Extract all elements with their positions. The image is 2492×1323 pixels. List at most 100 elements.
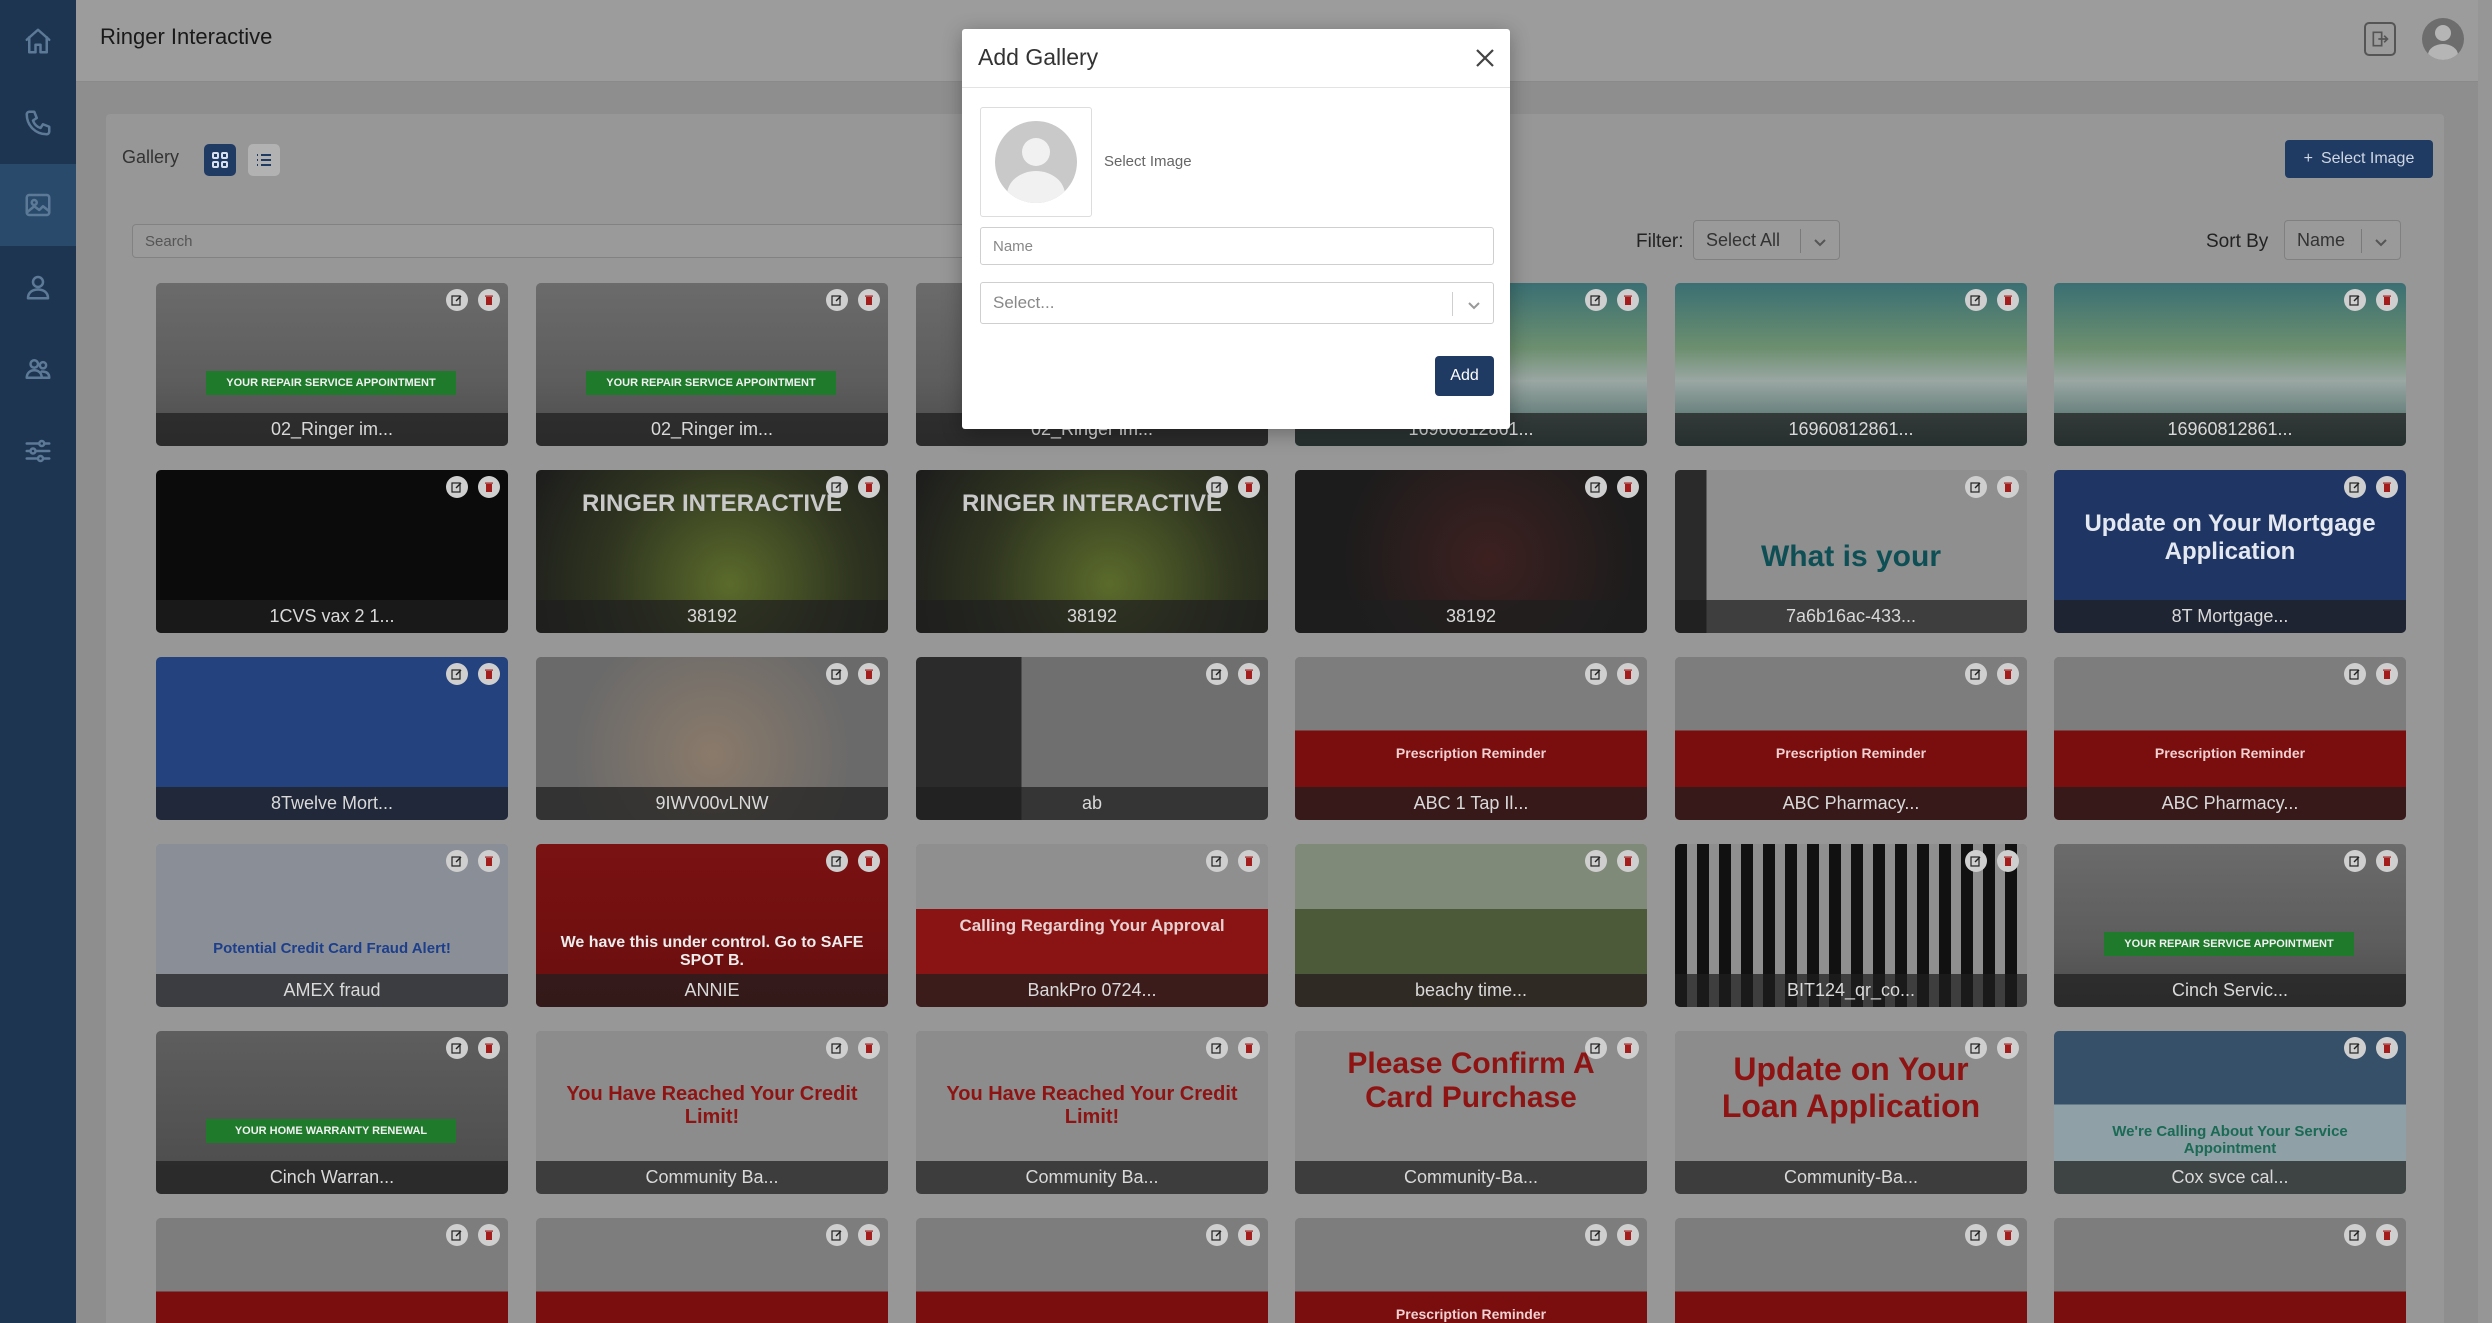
grid-view-button[interactable]: [204, 144, 236, 176]
image-upload-preview[interactable]: [980, 107, 1092, 217]
edit-button[interactable]: [446, 1037, 468, 1059]
delete-button[interactable]: [1617, 850, 1639, 872]
edit-button[interactable]: [446, 476, 468, 498]
edit-button[interactable]: [2344, 1224, 2366, 1246]
edit-button[interactable]: [2344, 663, 2366, 685]
gallery-card[interactable]: Prescription Reminder ABC Pharmacy...: [2054, 657, 2406, 820]
edit-button[interactable]: [826, 1037, 848, 1059]
delete-button[interactable]: [1238, 850, 1260, 872]
gallery-card[interactable]: RINGER INTERACTIVE 38192: [916, 470, 1268, 633]
delete-button[interactable]: [478, 289, 500, 311]
delete-button[interactable]: [1617, 476, 1639, 498]
edit-button[interactable]: [1585, 476, 1607, 498]
sort-dropdown[interactable]: Name: [2284, 220, 2401, 260]
page-scrollbar[interactable]: [2478, 0, 2492, 1323]
delete-button[interactable]: [1617, 1037, 1639, 1059]
gallery-card[interactable]: 9IWV00vLNW: [536, 657, 888, 820]
edit-button[interactable]: [1965, 476, 1987, 498]
gallery-card[interactable]: 16960812861...: [2054, 283, 2406, 446]
delete-button[interactable]: [1997, 289, 2019, 311]
gallery-card[interactable]: 16960812861...: [1675, 283, 2027, 446]
gallery-card[interactable]: RINGER INTERACTIVE 38192: [536, 470, 888, 633]
edit-button[interactable]: [1965, 1037, 1987, 1059]
edit-button[interactable]: [1965, 289, 1987, 311]
gallery-card[interactable]: Calling Regarding Your Approval BankPro 0…: [916, 844, 1268, 1007]
gallery-card[interactable]: Update on Your Loan Application Community…: [1675, 1031, 2027, 1194]
delete-button[interactable]: [858, 663, 880, 685]
gallery-card[interactable]: You Have Reached Your Credit Limit! Commu…: [536, 1031, 888, 1194]
delete-button[interactable]: [2376, 663, 2398, 685]
gallery-card[interactable]: [156, 1218, 508, 1323]
delete-button[interactable]: [1617, 663, 1639, 685]
delete-button[interactable]: [2376, 289, 2398, 311]
delete-button[interactable]: [2376, 850, 2398, 872]
delete-button[interactable]: [1997, 663, 2019, 685]
delete-button[interactable]: [858, 1037, 880, 1059]
gallery-card[interactable]: YOUR HOME WARRANTY RENEWAL Cinch Warran..…: [156, 1031, 508, 1194]
logout-button[interactable]: [2364, 22, 2396, 56]
delete-button[interactable]: [1997, 1037, 2019, 1059]
delete-button[interactable]: [858, 476, 880, 498]
gallery-card[interactable]: Prescription Reminder ABC 1 Tap Il...: [1295, 657, 1647, 820]
edit-button[interactable]: [1965, 850, 1987, 872]
edit-button[interactable]: [1585, 663, 1607, 685]
edit-button[interactable]: [1206, 850, 1228, 872]
edit-button[interactable]: [1206, 1037, 1228, 1059]
edit-button[interactable]: [826, 663, 848, 685]
gallery-card[interactable]: YOUR REPAIR SERVICE APPOINTMENT Cinch Ser…: [2054, 844, 2406, 1007]
delete-button[interactable]: [858, 289, 880, 311]
select-image-link[interactable]: Select Image: [1104, 153, 1192, 170]
delete-button[interactable]: [478, 1224, 500, 1246]
sidebar-item-gallery[interactable]: [0, 164, 76, 246]
delete-button[interactable]: [1238, 1224, 1260, 1246]
gallery-card[interactable]: What is your 7a6b16ac-433...: [1675, 470, 2027, 633]
name-input[interactable]: [980, 227, 1494, 265]
gallery-card[interactable]: [916, 1218, 1268, 1323]
edit-button[interactable]: [446, 850, 468, 872]
edit-button[interactable]: [1206, 476, 1228, 498]
gallery-card[interactable]: [1675, 1218, 2027, 1323]
edit-button[interactable]: [2344, 850, 2366, 872]
gallery-card[interactable]: Prescription Reminder: [1295, 1218, 1647, 1323]
gallery-card[interactable]: YOUR REPAIR SERVICE APPOINTMENT 02_Ringer…: [536, 283, 888, 446]
delete-button[interactable]: [1238, 663, 1260, 685]
edit-button[interactable]: [826, 289, 848, 311]
edit-button[interactable]: [446, 1224, 468, 1246]
edit-button[interactable]: [1965, 1224, 1987, 1246]
edit-button[interactable]: [1206, 1224, 1228, 1246]
delete-button[interactable]: [1997, 850, 2019, 872]
gallery-card[interactable]: YOUR REPAIR SERVICE APPOINTMENT 02_Ringer…: [156, 283, 508, 446]
delete-button[interactable]: [858, 850, 880, 872]
edit-button[interactable]: [1585, 289, 1607, 311]
gallery-card[interactable]: We're Calling About Your Service Appoint…: [2054, 1031, 2406, 1194]
list-view-button[interactable]: [248, 144, 280, 176]
sidebar-item-groups[interactable]: [0, 328, 76, 410]
delete-button[interactable]: [2376, 476, 2398, 498]
edit-button[interactable]: [1965, 663, 1987, 685]
filter-dropdown[interactable]: Select All: [1693, 220, 1840, 260]
gallery-card[interactable]: Potential Credit Card Fraud Alert! AMEX f…: [156, 844, 508, 1007]
gallery-card[interactable]: Prescription Reminder ABC Pharmacy...: [1675, 657, 2027, 820]
delete-button[interactable]: [2376, 1224, 2398, 1246]
edit-button[interactable]: [1585, 1037, 1607, 1059]
gallery-card[interactable]: Please Confirm A Card Purchase Community-…: [1295, 1031, 1647, 1194]
gallery-card[interactable]: BIT124_qr_co...: [1675, 844, 2027, 1007]
sidebar-item-settings[interactable]: [0, 410, 76, 492]
gallery-card[interactable]: 8Twelve Mort...: [156, 657, 508, 820]
edit-button[interactable]: [2344, 289, 2366, 311]
gallery-card[interactable]: We have this under control. Go to SAFE S…: [536, 844, 888, 1007]
edit-button[interactable]: [2344, 1037, 2366, 1059]
edit-button[interactable]: [826, 476, 848, 498]
gallery-card[interactable]: 1CVS vax 2 1...: [156, 470, 508, 633]
sidebar-item-calls[interactable]: [0, 82, 76, 164]
delete-button[interactable]: [1997, 476, 2019, 498]
edit-button[interactable]: [446, 663, 468, 685]
delete-button[interactable]: [1617, 289, 1639, 311]
select-image-button[interactable]: + Select Image: [2285, 140, 2433, 178]
gallery-card[interactable]: beachy time...: [1295, 844, 1647, 1007]
delete-button[interactable]: [1617, 1224, 1639, 1246]
delete-button[interactable]: [858, 1224, 880, 1246]
delete-button[interactable]: [478, 476, 500, 498]
sidebar-item-contacts[interactable]: [0, 246, 76, 328]
delete-button[interactable]: [2376, 1037, 2398, 1059]
